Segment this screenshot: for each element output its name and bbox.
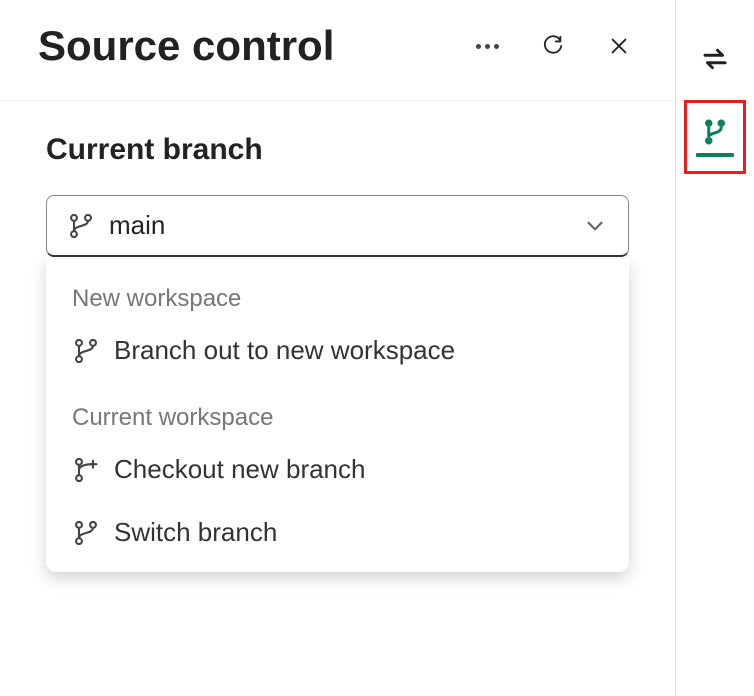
menu-item-checkout-new-branch[interactable]: Checkout new branch <box>46 438 629 501</box>
menu-item-branch-out[interactable]: Branch out to new workspace <box>46 319 629 382</box>
close-button[interactable] <box>603 30 635 62</box>
branch-icon <box>72 337 100 365</box>
menu-group-new-workspace: New workspace <box>46 277 629 319</box>
right-rail <box>676 0 754 696</box>
menu-item-label: Switch branch <box>114 517 277 548</box>
menu-item-label: Checkout new branch <box>114 454 365 485</box>
sync-icon <box>700 44 730 74</box>
close-icon <box>608 35 630 57</box>
source-control-panel: Source control Current branch <box>0 0 676 696</box>
sync-button[interactable] <box>694 38 736 80</box>
more-icon <box>476 44 499 49</box>
chevron-down-icon <box>582 213 608 239</box>
menu-item-label: Branch out to new workspace <box>114 335 455 366</box>
header-actions <box>471 30 635 62</box>
branch-dropdown-value: main <box>109 210 568 241</box>
menu-group-current-workspace: Current workspace <box>46 396 629 438</box>
panel-header: Source control <box>0 0 675 101</box>
branch-icon <box>72 519 100 547</box>
active-tab-indicator <box>696 153 734 157</box>
panel-body: Current branch main New workspace <box>0 101 675 572</box>
branch-icon <box>67 212 95 240</box>
menu-item-switch-branch[interactable]: Switch branch <box>46 501 629 564</box>
branch-menu: New workspace Branch out to new workspac… <box>46 259 629 572</box>
more-button[interactable] <box>471 30 503 62</box>
refresh-icon <box>542 35 564 57</box>
git-branch-icon <box>700 117 730 147</box>
source-control-tab[interactable] <box>684 100 746 174</box>
branch-dropdown[interactable]: main <box>46 195 629 257</box>
refresh-button[interactable] <box>537 30 569 62</box>
panel-title: Source control <box>38 22 334 70</box>
current-branch-label: Current branch <box>46 133 629 167</box>
branch-plus-icon <box>72 456 100 484</box>
